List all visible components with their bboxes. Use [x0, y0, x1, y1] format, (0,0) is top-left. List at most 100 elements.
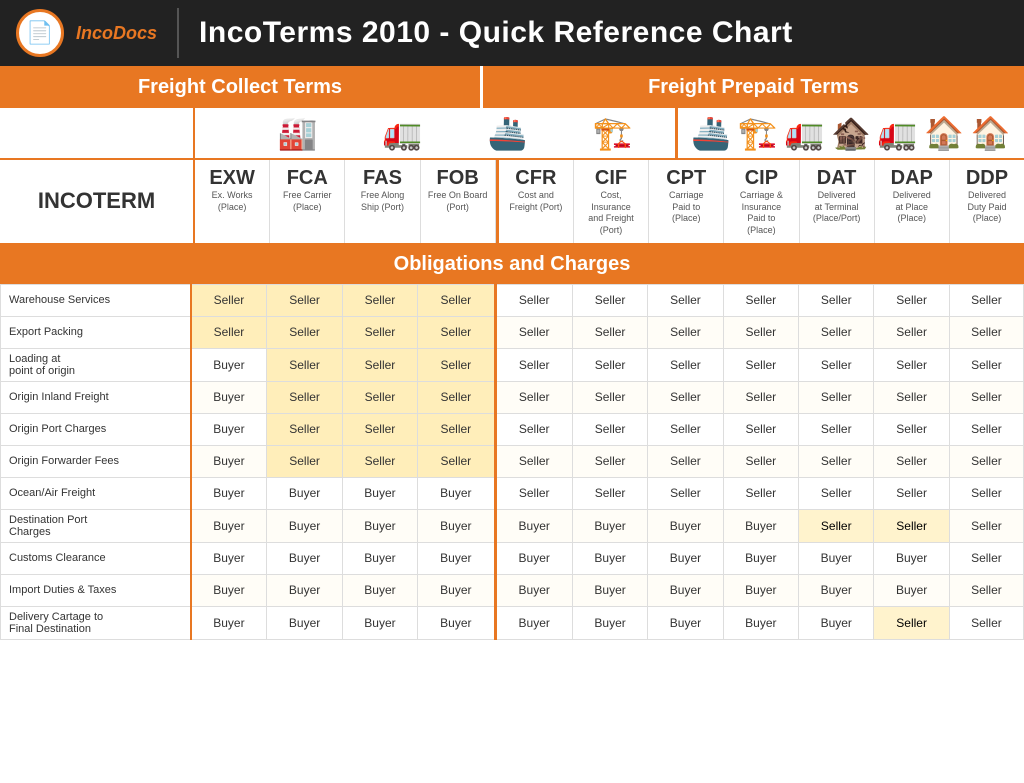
row-label: Export Packing [1, 316, 191, 348]
table-cell: Buyer [495, 509, 572, 542]
incoterm-col-fca: FCAFree Carrier (Place) [270, 160, 345, 243]
row-label: Warehouse Services [1, 284, 191, 316]
table-cell: Seller [267, 445, 342, 477]
table-cell: Seller [723, 445, 798, 477]
row-label: Origin Port Charges [1, 413, 191, 445]
table-cell: Seller [342, 316, 417, 348]
table-cell: Buyer [418, 477, 495, 509]
table-cell: Seller [267, 316, 342, 348]
table-cell: Buyer [874, 574, 949, 606]
row-label: Delivery Cartage to Final Destination [1, 606, 191, 639]
table-cell: Seller [648, 477, 723, 509]
warehouse2-icon: 🏠 [971, 114, 1011, 152]
table-cell: Seller [648, 348, 723, 381]
table-cell: Seller [874, 606, 949, 639]
incoterm-row: INCOTERM EXWEx. Works (Place)FCAFree Car… [0, 160, 1024, 245]
header-divider [177, 8, 179, 58]
table-cell: Seller [342, 445, 417, 477]
row-label: Origin Inland Freight [1, 381, 191, 413]
incoterm-col-cif: CIFCost, Insurance and Freight (Port) [574, 160, 649, 243]
table-cell: Buyer [342, 509, 417, 542]
table-cell: Seller [418, 316, 495, 348]
table-cell: Seller [723, 413, 798, 445]
table-cell: Seller [495, 284, 572, 316]
table-cell: Buyer [191, 574, 267, 606]
truck2-icon: 🚛 [784, 114, 824, 152]
table-cell: Buyer [572, 606, 647, 639]
table-cell: Buyer [648, 606, 723, 639]
table-cell: Seller [342, 413, 417, 445]
table-cell: Seller [874, 284, 949, 316]
table-cell: Seller [495, 445, 572, 477]
table-cell: Seller [874, 413, 949, 445]
table-cell: Seller [949, 606, 1023, 639]
table-cell: Buyer [572, 542, 647, 574]
table-cell: Seller [572, 381, 647, 413]
table-cell: Seller [799, 381, 874, 413]
table-cell: Buyer [267, 574, 342, 606]
table-cell: Seller [572, 316, 647, 348]
page-title: IncoTerms 2010 - Quick Reference Chart [199, 16, 793, 50]
table-cell: Seller [874, 316, 949, 348]
table-cell: Buyer [191, 606, 267, 639]
table-cell: Buyer [191, 509, 267, 542]
incoterm-label-cell: INCOTERM [0, 160, 195, 243]
table-cell: Seller [418, 348, 495, 381]
table-cell: Seller [799, 445, 874, 477]
incoterm-label: INCOTERM [38, 188, 155, 214]
row-label: Customs Clearance [1, 542, 191, 574]
table-cell: Seller [723, 381, 798, 413]
table-cell: Buyer [267, 606, 342, 639]
crane-icon: 🏗️ [593, 114, 633, 152]
table-cell: Seller [267, 381, 342, 413]
incoterm-col-exw: EXWEx. Works (Place) [195, 160, 270, 243]
row-label: Import Duties & Taxes [1, 574, 191, 606]
warehouse-icon: 🏚️ [831, 114, 871, 152]
table-cell: Buyer [799, 542, 874, 574]
table-cell: Buyer [191, 381, 267, 413]
table-row: Export PackingSellerSellerSellerSellerSe… [1, 316, 1024, 348]
obligations-table: Warehouse ServicesSellerSellerSellerSell… [0, 284, 1024, 640]
table-cell: Seller [418, 381, 495, 413]
table-cell: Seller [949, 509, 1023, 542]
freight-prepaid-label: Freight Prepaid Terms [648, 76, 859, 99]
table-cell: Buyer [799, 606, 874, 639]
main-container: 📄 IncoDocs IncoTerms 2010 - Quick Refere… [0, 0, 1024, 783]
incoterm-col-cip: CIPCarriage & Insurance Paid to (Place) [724, 160, 799, 243]
table-cell: Seller [874, 509, 949, 542]
table-row: Delivery Cartage to Final DestinationBuy… [1, 606, 1024, 639]
table-cell: Seller [572, 284, 647, 316]
table-cell: Buyer [342, 477, 417, 509]
table-cell: Buyer [648, 574, 723, 606]
incoterm-col-dap: DAPDelivered at Place (Place) [875, 160, 950, 243]
table-cell: Seller [418, 284, 495, 316]
table-cell: Buyer [191, 445, 267, 477]
table-cell: Buyer [342, 542, 417, 574]
table-cell: Buyer [342, 606, 417, 639]
table-cell: Seller [191, 316, 267, 348]
table-cell: Buyer [267, 542, 342, 574]
table-row: Ocean/Air FreightBuyerBuyerBuyerBuyerSel… [1, 477, 1024, 509]
table-cell: Seller [949, 574, 1023, 606]
table-cell: Seller [874, 348, 949, 381]
building-icon: 🏠 [924, 114, 964, 152]
table-cell: Seller [648, 381, 723, 413]
table-row: Origin Inland FreightBuyerSellerSellerSe… [1, 381, 1024, 413]
table-cell: Seller [949, 413, 1023, 445]
ship2-icon: 🚢 [691, 114, 731, 152]
table-cell: Seller [949, 381, 1023, 413]
header: 📄 IncoDocs IncoTerms 2010 - Quick Refere… [0, 0, 1024, 66]
table-row: Origin Forwarder FeesBuyerSellerSellerSe… [1, 445, 1024, 477]
table-cell: Seller [648, 413, 723, 445]
table-cell: Seller [495, 477, 572, 509]
truck3-icon: 🚛 [878, 114, 918, 152]
table-cell: Buyer [723, 509, 798, 542]
table-cell: Buyer [723, 542, 798, 574]
row-label: Loading at point of origin [1, 348, 191, 381]
truck-icon: 🚛 [383, 114, 423, 152]
table-cell: Buyer [799, 574, 874, 606]
table-cell: Seller [495, 348, 572, 381]
table-cell: Buyer [495, 574, 572, 606]
row-label: Ocean/Air Freight [1, 477, 191, 509]
table-cell: Seller [874, 477, 949, 509]
